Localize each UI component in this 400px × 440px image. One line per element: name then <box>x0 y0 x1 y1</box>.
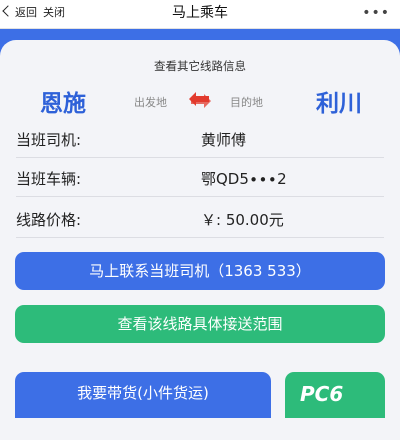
vehicle-value: 鄂QD5∙∙∙2 <box>201 170 287 188</box>
driver-value: 黄师傅 <box>201 131 247 149</box>
vehicle-key: 当班车辆: <box>16 170 82 188</box>
more-menu-icon[interactable]: ••• <box>362 6 390 20</box>
to-label: 目的地 <box>230 96 263 109</box>
price-value: ￥: 50.00元 <box>201 211 284 229</box>
page-title: 马上乘车 <box>172 5 228 21</box>
vehicle-row: 当班车辆: 鄂QD5∙∙∙2 <box>16 162 384 197</box>
other-routes-link[interactable]: 查看其它线路信息 <box>0 58 400 74</box>
watermark: PC6 <box>300 382 344 406</box>
carry-goods-button[interactable]: 我要带货(小件货运) <box>15 372 271 418</box>
to-city: 利川 <box>316 91 362 117</box>
top-bar: 返回 关闭 马上乘车 ••• <box>0 0 400 29</box>
driver-row: 当班司机: 黄师傅 <box>16 123 384 158</box>
swap-route-icon[interactable] <box>185 88 215 112</box>
from-city: 恩施 <box>40 91 86 117</box>
driver-key: 当班司机: <box>16 131 82 149</box>
view-range-button[interactable]: 查看该线路具体接送范围 <box>15 305 385 343</box>
price-row: 线路价格: ￥: 50.00元 <box>16 203 384 238</box>
price-key: 线路价格: <box>16 211 82 229</box>
contact-driver-button[interactable]: 马上联系当班司机（1363 533） <box>15 252 385 290</box>
from-label: 出发地 <box>134 96 167 109</box>
